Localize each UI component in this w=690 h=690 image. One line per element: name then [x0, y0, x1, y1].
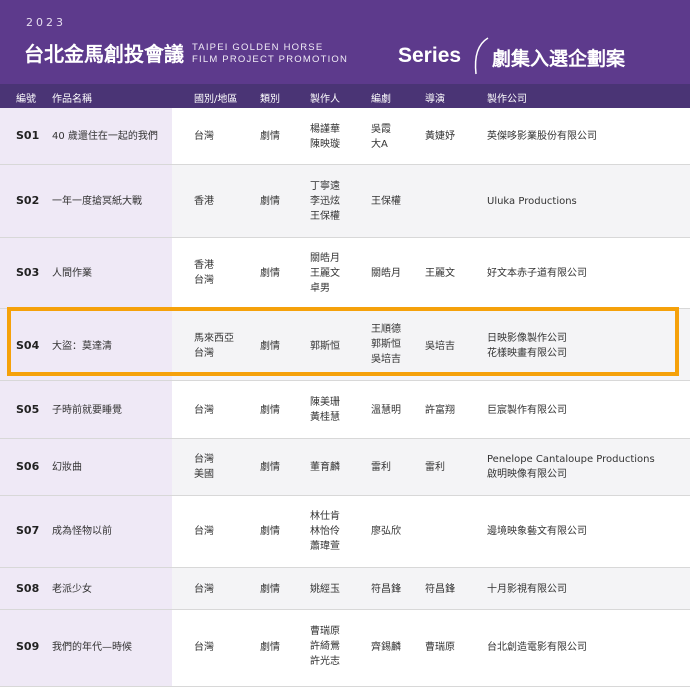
row-writer: 溫慧明	[371, 405, 401, 416]
event-title-en: TAIPEI GOLDEN HORSE FILM PROJECT PROMOTI…	[192, 42, 348, 66]
col-director: 導演	[425, 94, 445, 105]
row-title: 人間作業	[52, 268, 92, 279]
row-code: S09	[16, 640, 40, 653]
row-producer: 董育麟	[310, 462, 340, 473]
row-title: 40 歲還住在一起的我們	[52, 131, 158, 142]
table-header: 編號 作品名稱 國別/地區 類別 製作人 編劇 導演 製作公司	[0, 84, 690, 108]
row-genre: 劇情	[260, 268, 280, 279]
table-row: S09 我們的年代—時候 台灣 劇情 曹瑞原 許綺鶯 許光志 齊錫麟 曹瑞原 台…	[0, 610, 690, 687]
row-genre: 劇情	[260, 642, 280, 653]
col-company: 製作公司	[487, 94, 527, 105]
row-producer: 姚經玉	[310, 584, 340, 595]
row-producer: 林仕肯 林怡伶 蕭瑋萱	[310, 511, 340, 552]
row-company: 英傑哆影業股份有限公司	[487, 131, 597, 142]
row-director: 許富翔	[425, 405, 455, 416]
event-title-en-line2: FILM PROJECT PROMOTION	[192, 54, 349, 65]
row-director: 雷利	[425, 462, 445, 473]
row-producer: 曹瑞原 許綺鶯 許光志	[310, 626, 340, 667]
row-code: S05	[16, 403, 40, 416]
row-company: 好文本赤子道有限公司	[487, 268, 587, 279]
highlight-box	[7, 307, 679, 376]
row-producer: 楊謹華 陳映璇	[310, 124, 340, 150]
table-row: S05 子時前就要睡覺 台灣 劇情 陳美珊 黃桂慧 溫慧明 許富翔 巨宸製作有限…	[0, 381, 690, 439]
col-producer: 製作人	[310, 94, 340, 105]
row-country: 台灣	[194, 642, 214, 653]
row-country: 台灣 美國	[194, 454, 214, 480]
row-country: 台灣	[194, 405, 214, 416]
row-code: S08	[16, 582, 40, 595]
row-company: Uluka Productions	[487, 196, 577, 207]
table-row: S06 幻妝曲 台灣 美國 劇情 董育麟 雷利 雷利 Penelope Cant…	[0, 439, 690, 496]
event-title-zh: 台北金馬創投會議	[24, 42, 184, 66]
table-row: S02 一年一度搶冥紙大戰 香港 劇情 丁寧遠 李迅炫 王保權 王保權 Uluk…	[0, 165, 690, 238]
row-country: 香港 台灣	[194, 260, 214, 286]
row-producer: 陳美珊 黃桂慧	[310, 397, 340, 423]
row-writer: 齊錫麟	[371, 642, 401, 653]
row-company: 十月影視有限公司	[487, 584, 567, 595]
row-country: 香港	[194, 196, 214, 207]
row-genre: 劇情	[260, 462, 280, 473]
row-code: S02	[16, 194, 40, 207]
row-director: 曹瑞原	[425, 642, 455, 653]
col-code: 編號	[16, 94, 36, 105]
row-genre: 劇情	[260, 196, 280, 207]
row-genre: 劇情	[260, 584, 280, 595]
event-year: 2023	[26, 16, 66, 29]
row-title: 子時前就要睡覺	[52, 405, 122, 416]
slash-divider-icon	[474, 37, 489, 75]
row-country: 台灣	[194, 131, 214, 142]
col-title: 作品名稱	[52, 94, 92, 105]
row-genre: 劇情	[260, 131, 280, 142]
row-director: 黃婕妤	[425, 131, 455, 142]
row-title: 我們的年代—時候	[52, 642, 132, 653]
row-writer: 王保權	[371, 196, 401, 207]
row-title: 成為怪物以前	[52, 526, 112, 537]
page-header: 2023 台北金馬創投會議 TAIPEI GOLDEN HORSE FILM P…	[0, 0, 690, 84]
row-code: S03	[16, 266, 40, 279]
table-row: S01 40 歲還住在一起的我們 台灣 劇情 楊謹華 陳映璇 吳霞 大A 黃婕妤…	[0, 108, 690, 165]
row-title: 一年一度搶冥紙大戰	[52, 196, 142, 207]
row-writer: 雷利	[371, 462, 391, 473]
row-code: S01	[16, 129, 40, 142]
event-title-en-line1: TAIPEI GOLDEN HORSE	[192, 42, 324, 53]
row-title: 老派少女	[52, 584, 92, 595]
table-row: S07 成為怪物以前 台灣 劇情 林仕肯 林怡伶 蕭瑋萱 廖弘欣 邊境映象藝文有…	[0, 496, 690, 568]
row-producer: 丁寧遠 李迅炫 王保權	[310, 181, 340, 222]
row-code: S06	[16, 460, 40, 473]
row-country: 台灣	[194, 584, 214, 595]
row-genre: 劇情	[260, 526, 280, 537]
row-company: Penelope Cantaloupe Productions 啟明映像有限公司	[487, 454, 655, 480]
col-writer: 編劇	[371, 94, 391, 105]
row-company: 巨宸製作有限公司	[487, 405, 567, 416]
row-director: 王麗文	[425, 268, 455, 279]
series-label-zh: 劇集入選企劃案	[492, 48, 626, 70]
row-writer: 符昌鋒	[371, 584, 401, 595]
col-genre: 類別	[260, 94, 280, 105]
row-genre: 劇情	[260, 405, 280, 416]
row-company: 台北創造電影有限公司	[487, 642, 587, 653]
row-director: 符昌鋒	[425, 584, 455, 595]
row-writer: 吳霞 大A	[371, 124, 391, 150]
row-country: 台灣	[194, 526, 214, 537]
table-row: S08 老派少女 台灣 劇情 姚經玉 符昌鋒 符昌鋒 十月影視有限公司	[0, 568, 690, 610]
row-producer: 關皓月 王麗文 卓男	[310, 253, 340, 294]
series-label-en: Series	[398, 44, 462, 67]
table-row: S03 人間作業 香港 台灣 劇情 關皓月 王麗文 卓男 關皓月 王麗文 好文本…	[0, 238, 690, 309]
row-writer: 廖弘欣	[371, 526, 401, 537]
col-country: 國別/地區	[194, 94, 238, 105]
row-company: 邊境映象藝文有限公司	[487, 526, 587, 537]
row-title: 幻妝曲	[52, 462, 82, 473]
row-writer: 關皓月	[371, 268, 401, 279]
row-code: S07	[16, 524, 40, 537]
